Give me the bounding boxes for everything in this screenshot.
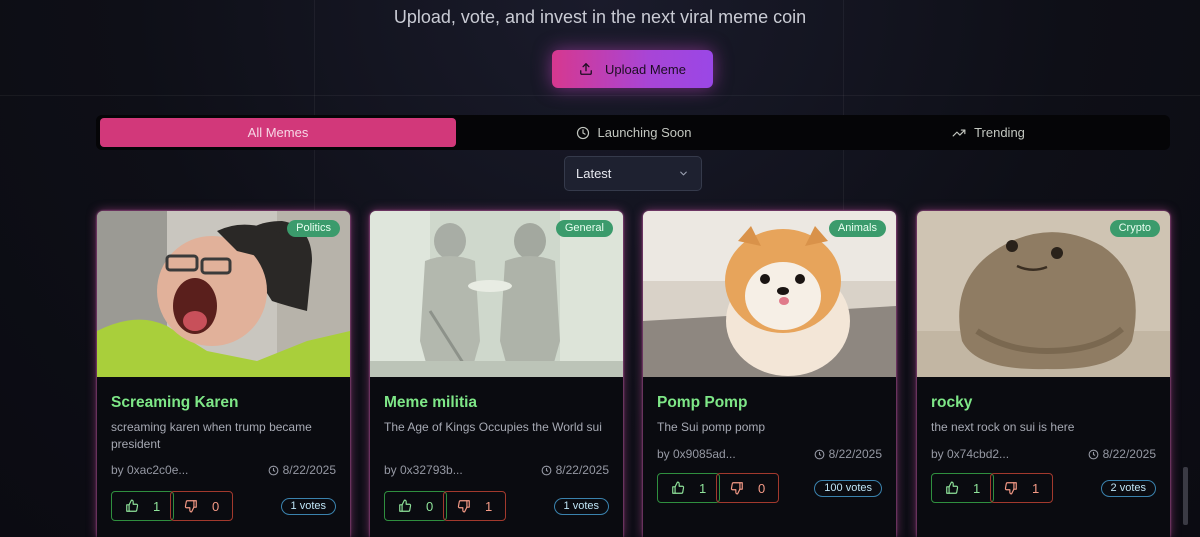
meme-date: 8/22/2025: [541, 463, 609, 477]
meme-card[interactable]: General Meme militia The Age of Kings Oc…: [370, 211, 623, 537]
page-subtitle: Upload, vote, and invest in the next vir…: [393, 7, 807, 27]
tab-all-memes[interactable]: All Memes: [100, 118, 456, 147]
downvote-button[interactable]: 1: [443, 491, 507, 521]
thumbs-up-icon: [399, 499, 412, 512]
upvote-button[interactable]: 1: [657, 473, 721, 503]
meme-image: Politics: [97, 211, 350, 377]
thumbs-up-icon: [672, 481, 685, 494]
total-votes-badge: 2 votes: [1100, 480, 1156, 497]
total-votes-badge: 1 votes: [553, 498, 609, 515]
meme-card[interactable]: Politics Screaming Karen screaming karen…: [97, 211, 350, 537]
total-votes-badge: 1 votes: [280, 498, 336, 515]
upvote-count: 1: [699, 480, 707, 496]
thumbs-down-icon: [184, 500, 197, 513]
upvote-button[interactable]: 0: [384, 491, 448, 521]
category-badge: General: [555, 220, 613, 237]
upvote-count: 1: [153, 498, 161, 514]
meme-description: The Age of Kings Occupies the World sui: [384, 420, 602, 434]
upload-meme-button[interactable]: Upload Meme: [552, 50, 713, 88]
meme-date-text: 8/22/2025: [555, 463, 609, 477]
meme-date: 8/22/2025: [268, 463, 336, 477]
chevron-down-icon: [680, 171, 687, 176]
meme-image: General: [370, 211, 623, 377]
sort-selected-value: Latest: [576, 166, 612, 181]
tab-launching-soon-label: Launching Soon: [597, 125, 692, 140]
meme-date-text: 8/22/2025: [828, 447, 882, 461]
downvote-count: 0: [758, 480, 766, 496]
total-votes-badge: 100 votes: [814, 480, 882, 497]
meme-description: the next rock on sui is here: [931, 420, 1075, 434]
meme-image: Crypto: [917, 211, 1170, 377]
next-card-edge: [1183, 467, 1188, 525]
category-badge: Crypto: [1109, 220, 1160, 237]
tab-trending[interactable]: Trending: [811, 118, 1166, 147]
background-grid-line: [0, 95, 1200, 96]
meme-date: 8/22/2025: [814, 447, 882, 461]
meme-description: The Sui pomp pomp: [657, 420, 766, 434]
thumbs-up-icon: [126, 499, 139, 512]
clock-icon: [576, 126, 589, 139]
downvote-button[interactable]: 0: [170, 491, 234, 521]
upvote-count: 0: [426, 498, 434, 514]
clock-icon: [541, 465, 552, 475]
sort-select[interactable]: Latest: [564, 156, 702, 191]
upvote-button[interactable]: 1: [931, 473, 995, 503]
downvote-count: 1: [485, 498, 493, 514]
background-grid-line: [314, 0, 315, 210]
clock-icon: [1088, 449, 1099, 459]
upvote-button[interactable]: 1: [111, 491, 175, 521]
category-badge: Politics: [287, 220, 340, 237]
meme-title: Screaming Karen: [111, 394, 239, 411]
meme-image: Animals: [643, 211, 896, 377]
category-badge: Animals: [828, 220, 886, 237]
tab-trending-label: Trending: [974, 125, 1025, 140]
meme-author: by 0x74cbd2...: [931, 447, 1010, 461]
downvote-count: 1: [1032, 480, 1040, 496]
meme-author: by 0x9085ad...: [657, 447, 736, 461]
clock-icon: [814, 449, 825, 459]
upload-meme-label: Upload Meme: [605, 61, 686, 77]
upload-icon: [580, 63, 592, 75]
downvote-count: 0: [212, 498, 220, 514]
tab-all-memes-label: All Memes: [247, 125, 309, 140]
downvote-button[interactable]: 0: [716, 473, 780, 503]
trending-up-icon: [952, 129, 966, 136]
meme-date-text: 8/22/2025: [1102, 447, 1156, 461]
meme-date: 8/22/2025: [1088, 447, 1156, 461]
upvote-count: 1: [973, 480, 981, 496]
meme-title: Meme militia: [384, 394, 478, 411]
thumbs-down-icon: [730, 482, 743, 495]
thumbs-up-icon: [946, 481, 959, 494]
meme-title: Pomp Pomp: [657, 394, 748, 411]
background-grid-line: [843, 0, 844, 210]
meme-author: by 0x32793b...: [384, 463, 463, 477]
thumbs-down-icon: [1004, 482, 1017, 495]
meme-author: by 0xac2c0e...: [111, 463, 189, 477]
meme-card[interactable]: Crypto rocky the next rock on sui is her…: [917, 211, 1170, 537]
clock-icon: [268, 465, 279, 475]
meme-date-text: 8/22/2025: [282, 463, 336, 477]
thumbs-down-icon: [457, 500, 470, 513]
filter-tabs: All Memes Launching Soon Trending: [96, 115, 1170, 150]
downvote-button[interactable]: 1: [990, 473, 1054, 503]
meme-card[interactable]: Animals Pomp Pomp The Sui pomp pomp by 0…: [643, 211, 896, 537]
tab-launching-soon[interactable]: Launching Soon: [456, 118, 811, 147]
meme-title: rocky: [931, 394, 973, 411]
meme-description: screaming karen when trump became presid…: [111, 420, 312, 451]
